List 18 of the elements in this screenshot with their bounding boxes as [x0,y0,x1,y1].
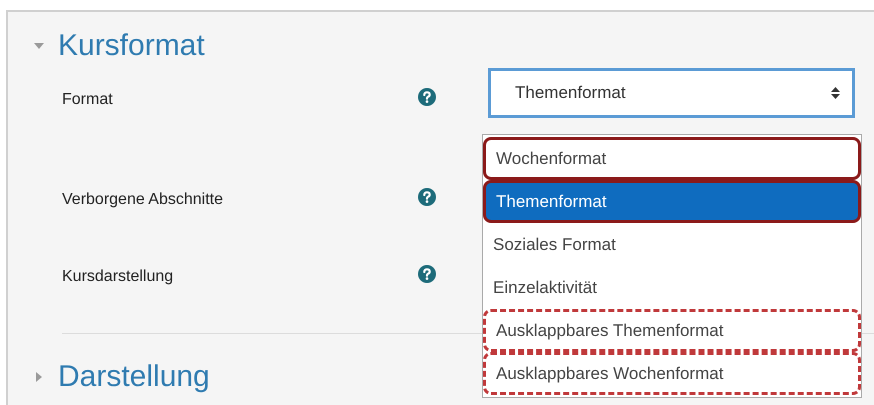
dropdown-option[interactable]: Ausklappbares Wochenformat [483,352,861,395]
caret-down-icon[interactable] [34,41,44,51]
dropdown-option[interactable]: Ausklappbares Themenformat [483,309,861,352]
field-label: Kursdarstellung [62,267,174,287]
dropdown-option[interactable]: Wochenformat [483,137,861,180]
help-icon[interactable] [418,88,436,106]
dropdown-option[interactable]: Einzelaktivität [483,266,861,309]
caret-right-icon[interactable] [34,372,44,382]
section-heading[interactable]: Darstellung [58,359,210,395]
help-icon[interactable] [418,265,436,283]
field-label: Format [62,90,114,110]
dropdown-option[interactable]: Soziales Format [483,223,861,266]
help-icon[interactable] [418,188,436,206]
sort-arrows-icon [831,87,840,99]
field-label: Verborgene Abschnitte [62,190,224,210]
dropdown-option[interactable]: Themenformat [483,180,861,223]
section-heading[interactable]: Kursformat [58,28,205,64]
format-select[interactable]: Themenformat [488,68,855,118]
